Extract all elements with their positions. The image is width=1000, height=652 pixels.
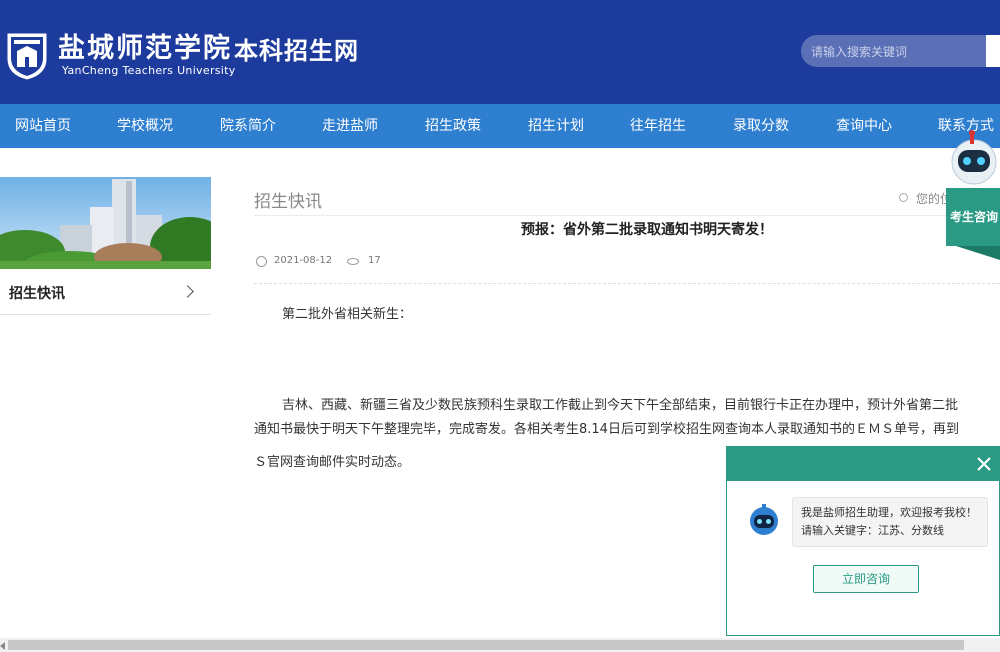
search-box (801, 35, 1000, 69)
eye-icon (347, 258, 359, 265)
article-paragraph: 吉林、西藏、新疆三省及少数民族预科生录取工作截止到今天下午全部结束，目前银行卡正… (282, 398, 959, 413)
divider (254, 215, 1000, 216)
nav-item-departments[interactable]: 院系简介 (220, 104, 276, 148)
chat-greeting-bubble: 我是盐师招生助理，欢迎报考我校！请输入关键字：江苏、分数线 (792, 497, 988, 547)
consult-now-button[interactable]: 立即咨询 (813, 565, 919, 593)
location-icon (899, 193, 908, 202)
main-nav: 网站首页 学校概况 院系简介 走进盐师 招生政策 招生计划 往年招生 录取分数 … (0, 104, 1000, 148)
nav-item-policy[interactable]: 招生政策 (425, 104, 481, 148)
nav-item-scores[interactable]: 录取分数 (733, 104, 789, 148)
nav-item-overview[interactable]: 学校概况 (117, 104, 173, 148)
nav-item-about[interactable]: 走进盐师 (322, 104, 378, 148)
article-date: 2021-08-12 (274, 255, 333, 266)
school-name-cn[interactable]: 盐城师范学院 (58, 26, 232, 65)
chat-widget: 我是盐师招生助理，欢迎报考我校！请输入关键字：江苏、分数线 立即咨询 (726, 446, 1000, 636)
university-logo-icon[interactable] (5, 27, 49, 81)
article-paragraph: Ｓ官网查询邮件实时动态。 (254, 455, 411, 470)
campus-banner-image (0, 177, 211, 269)
school-name-en: YanCheng Teachers University (62, 64, 236, 77)
breadcrumb: 您的位置 (916, 192, 946, 206)
sidebar-item-news[interactable]: 招生快讯 (0, 271, 211, 315)
ribbon-tail-icon (956, 246, 1000, 260)
nav-item-home[interactable]: 网站首页 (15, 104, 71, 148)
search-input[interactable] (809, 35, 983, 69)
site-name[interactable]: 本科招生网 (234, 31, 359, 66)
nav-item-history[interactable]: 往年招生 (630, 104, 686, 148)
assistant-avatar-icon (750, 504, 778, 535)
article-title: 预报：省外第二批录取通知书明天寄发！ (521, 222, 773, 238)
clock-icon (256, 256, 267, 267)
sidebar-item-label: 招生快讯 (9, 286, 65, 302)
divider (254, 283, 1000, 284)
scroll-left-arrow-icon[interactable] (0, 642, 5, 650)
site-header: 盐城师范学院 本科招生网 YanCheng Teachers Universit… (0, 0, 1000, 104)
chevron-right-icon (181, 285, 194, 298)
article-views: 17 (368, 255, 381, 266)
close-icon[interactable] (975, 455, 993, 473)
search-button[interactable] (986, 35, 1000, 67)
consult-tab-label[interactable]: 考生咨询 (950, 208, 998, 225)
article-paragraph: 第二批外省相关新生： (282, 307, 413, 322)
nav-item-plan[interactable]: 招生计划 (528, 104, 584, 148)
scrollbar-thumb[interactable] (8, 640, 964, 650)
robot-mascot-icon[interactable] (946, 130, 1000, 188)
nav-item-query[interactable]: 查询中心 (836, 104, 892, 148)
chat-header (727, 447, 999, 481)
section-title: 招生快讯 (254, 192, 322, 212)
article-paragraph: 通知书最快于明天下午整理完毕，完成寄发。各相关考生8.14日后可到学校招生网查询… (254, 422, 959, 437)
